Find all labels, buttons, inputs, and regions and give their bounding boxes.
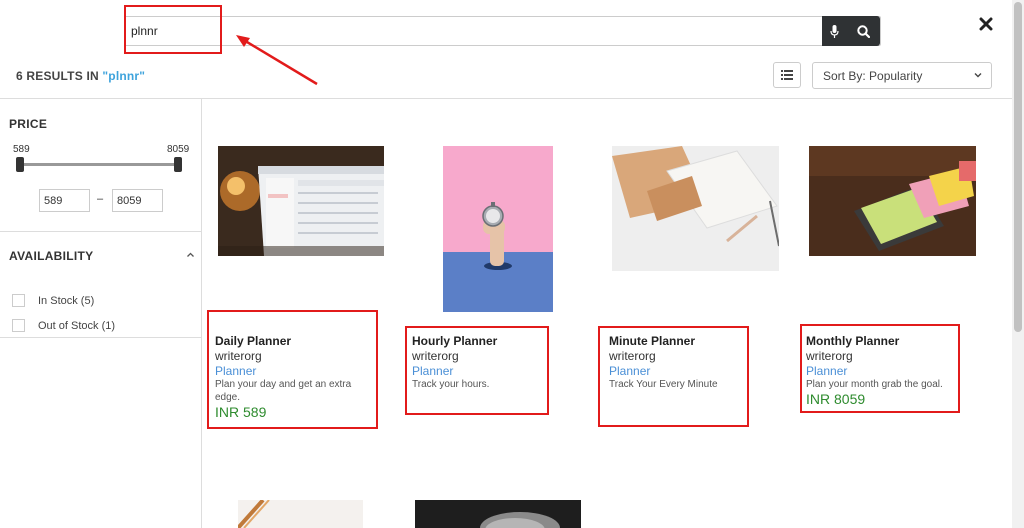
pencil-photo (238, 500, 363, 528)
annotation-search-box (124, 5, 222, 54)
availability-option-label: In Stock (5) (38, 294, 95, 307)
checkbox[interactable] (12, 294, 25, 307)
annotation-product-daily (207, 310, 378, 429)
results-query: "plnnr" (102, 69, 146, 83)
filter-divider (0, 337, 201, 338)
results-title: 6 RESULTS IN "plnnr" (16, 69, 145, 83)
caret-up-icon[interactable] (186, 251, 195, 259)
product-image-minute-planner[interactable] (612, 146, 779, 271)
hand-clock-photo (443, 146, 553, 312)
price-slider-max-handle[interactable] (174, 157, 182, 172)
filter-sidebar: PRICE 589 8059 589 – 8059 AVAILABILITY I… (0, 98, 202, 528)
availability-option-label: Out of Stock (1) (38, 319, 116, 332)
search-button[interactable] (846, 16, 880, 46)
microphone-icon (829, 24, 839, 38)
annotation-arrow (236, 35, 318, 86)
sticky-notes-photo (809, 146, 976, 256)
product-image-hourly-planner[interactable] (443, 146, 553, 312)
price-max-input[interactable]: 8059 (112, 189, 163, 212)
annotation-product-monthly (800, 324, 960, 413)
product-image-partial[interactable] (238, 500, 363, 528)
availability-option-in-stock[interactable]: In Stock (5) (12, 294, 94, 307)
list-view-button[interactable] (773, 62, 801, 88)
results-count: 6 RESULTS IN (16, 69, 99, 83)
list-view-icon (781, 70, 793, 80)
price-range-max-label: 8059 (167, 144, 190, 155)
checkbox[interactable] (12, 319, 25, 332)
price-filter-title: PRICE (9, 117, 48, 131)
availability-filter-title[interactable]: AVAILABILITY (9, 249, 93, 263)
price-min-input[interactable]: 589 (39, 189, 90, 212)
close-icon (979, 17, 993, 31)
dark-photo (415, 500, 581, 528)
price-range-dash: – (97, 193, 104, 205)
scrollbar-thumb[interactable] (1014, 2, 1022, 332)
price-slider-min-handle[interactable] (16, 157, 24, 172)
availability-option-out-of-stock[interactable]: Out of Stock (1) (12, 319, 115, 332)
desk-notebook-photo (612, 146, 779, 271)
page: { "search": { "value": "plnnr" }, "resul… (0, 0, 1024, 528)
price-slider-track[interactable] (20, 163, 178, 166)
voice-search-button[interactable] (822, 16, 846, 46)
sort-label: Sort By: Popularity (823, 69, 923, 83)
sort-dropdown[interactable]: Sort By: Popularity (812, 62, 992, 89)
search-buttons (822, 16, 880, 46)
filter-divider (0, 231, 201, 232)
laptop-email-photo (218, 146, 384, 256)
close-button[interactable] (975, 14, 997, 36)
annotation-product-minute (598, 326, 749, 427)
product-image-daily-planner[interactable] (218, 146, 384, 256)
chevron-down-icon (974, 73, 982, 78)
price-range-min-label: 589 (13, 144, 30, 155)
annotation-product-hourly (405, 326, 549, 415)
search-icon (856, 24, 870, 38)
product-image-partial[interactable] (415, 500, 581, 528)
product-image-monthly-planner[interactable] (809, 146, 976, 256)
